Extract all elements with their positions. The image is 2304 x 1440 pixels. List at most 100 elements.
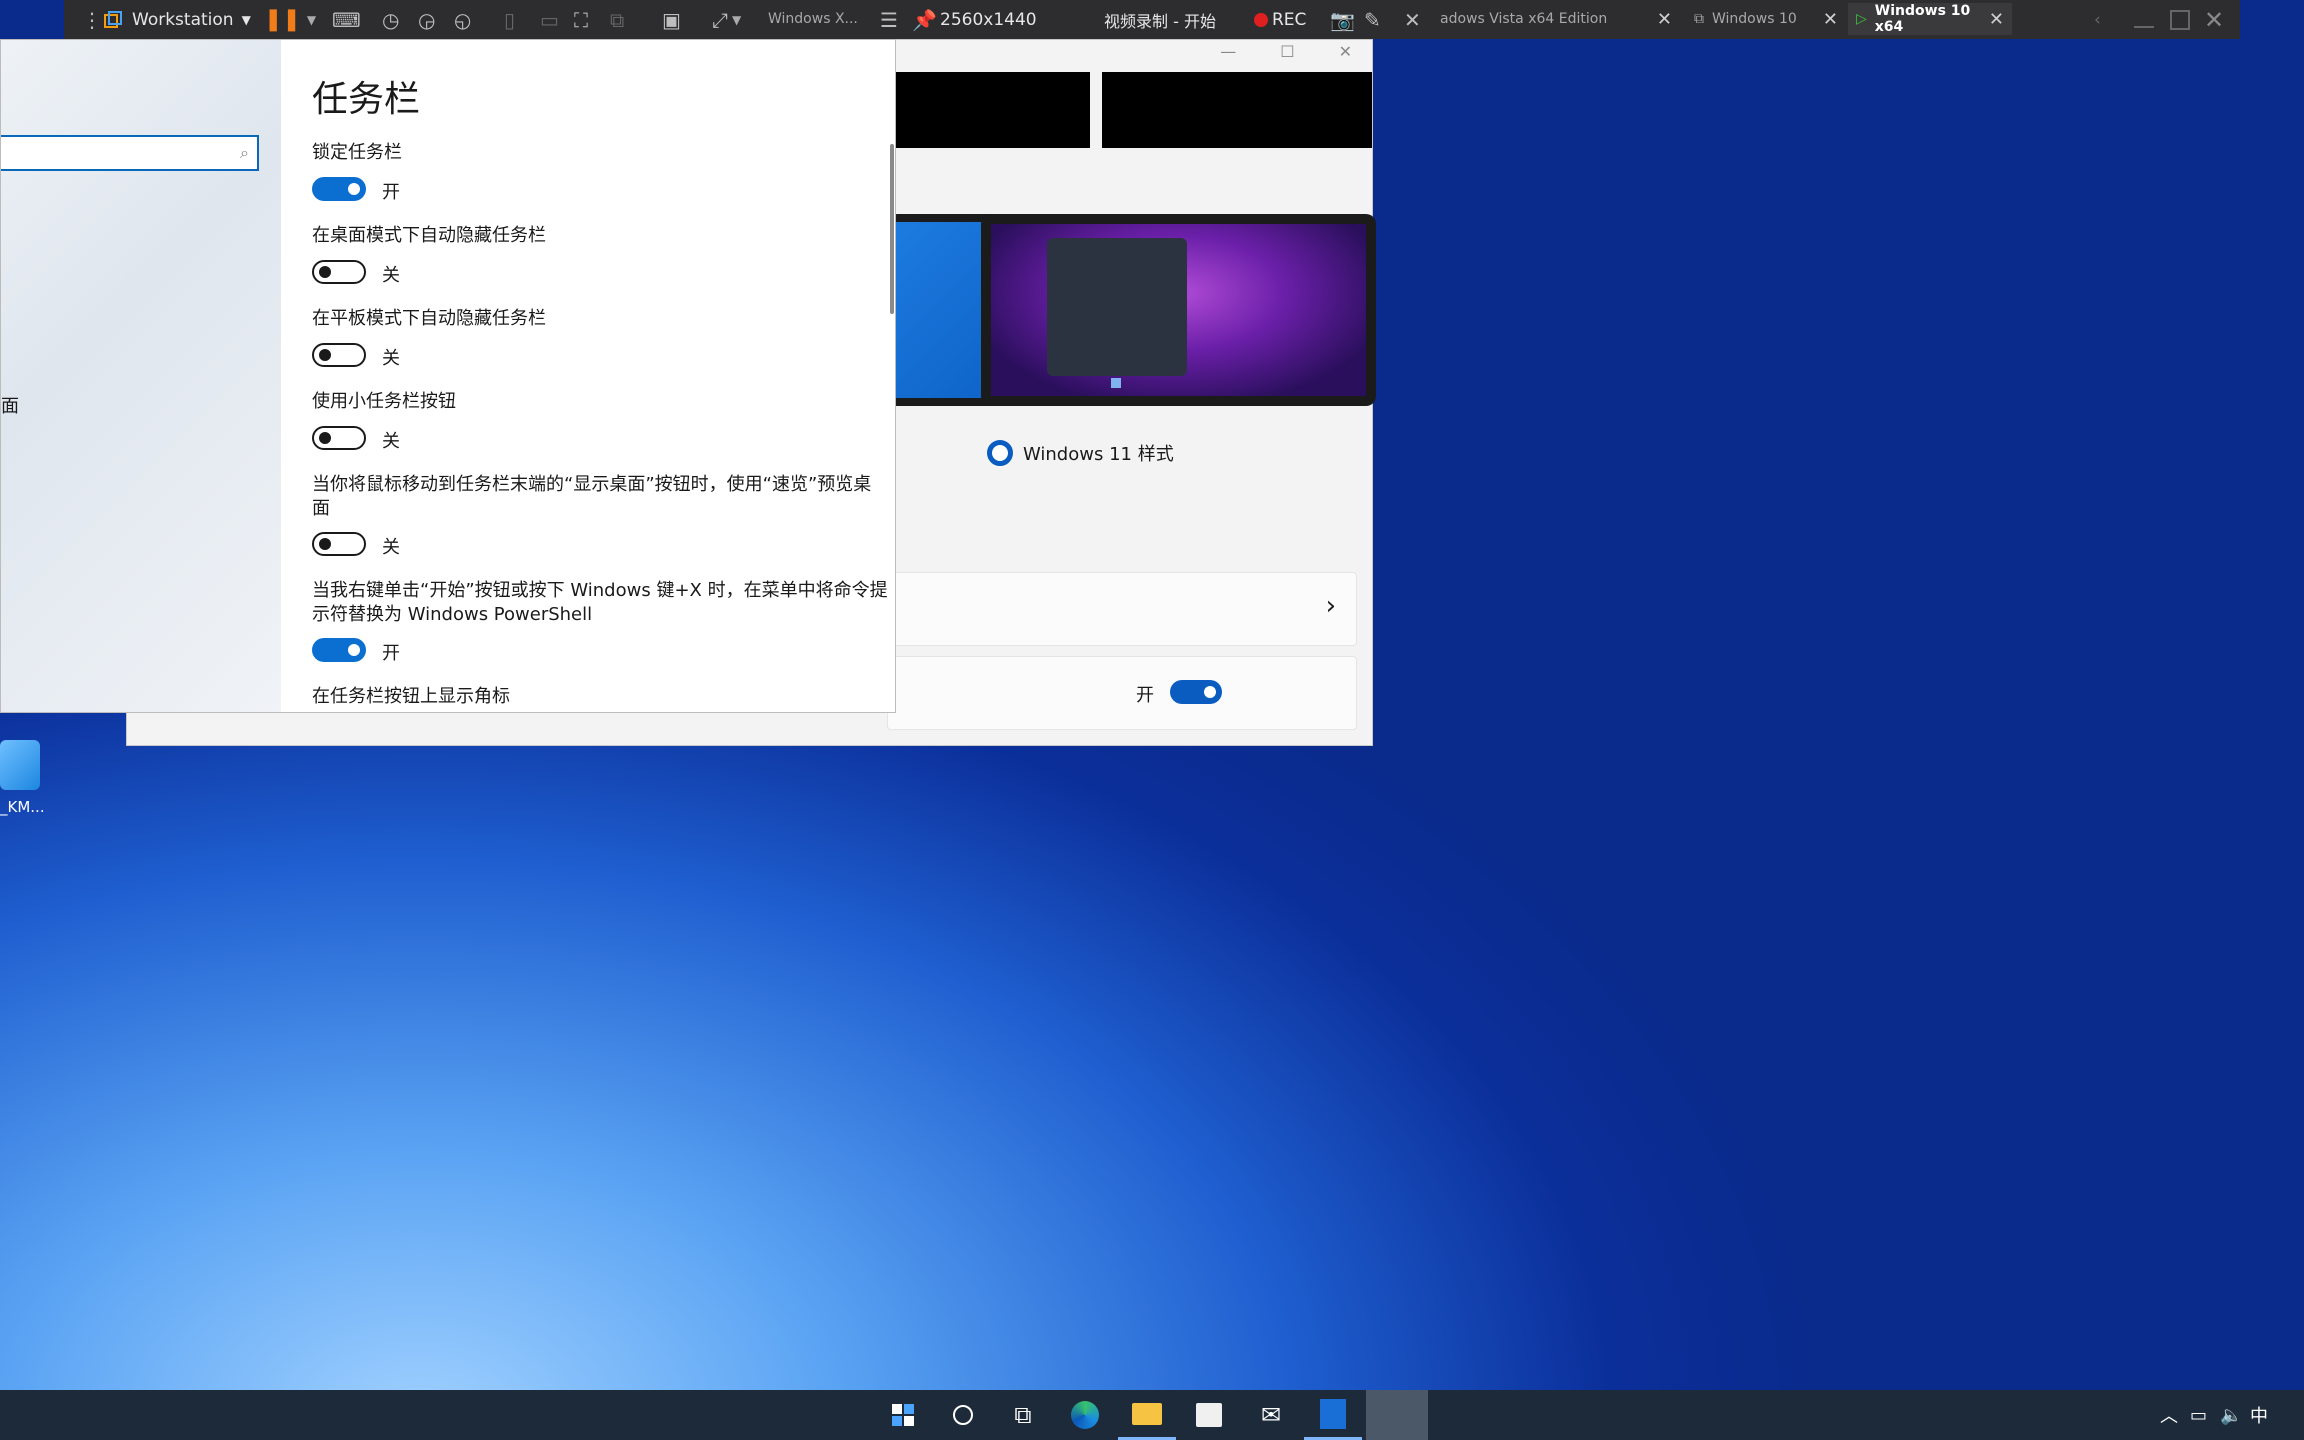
tab-windows-10-x64[interactable]: ▷ Windows 10 x64 ✕ xyxy=(1848,3,2012,35)
minimize-icon xyxy=(2134,25,2154,28)
snapshot-manager-button[interactable]: ◵ xyxy=(454,0,471,39)
pin-icon: 📌 xyxy=(912,7,937,32)
windows-11-style-option[interactable]: Windows 11 样式 xyxy=(987,440,1174,466)
settings-link-row[interactable]: › xyxy=(887,572,1357,646)
file-explorer-button[interactable] xyxy=(1118,1390,1176,1440)
menu-icon: ☰ xyxy=(880,7,898,32)
menu-button[interactable]: ☰ xyxy=(880,0,898,39)
toggle-knob xyxy=(348,183,360,195)
revert-snapshot-button[interactable]: ◶ xyxy=(418,0,435,39)
workstation-menu-button[interactable]: Workstation ▼ xyxy=(132,0,251,39)
pause-icon: ❚❚ xyxy=(264,7,301,32)
view-sidebar-button[interactable]: ▯ xyxy=(504,0,515,39)
app-taskbar-button[interactable] xyxy=(1304,1390,1362,1440)
scrollbar-thumb[interactable] xyxy=(890,144,894,314)
close-icon[interactable]: ✕ xyxy=(1339,42,1352,61)
thumbnail-icon: ▭ xyxy=(540,7,559,32)
desktop-shortcut[interactable]: _KM... xyxy=(0,740,60,830)
powershell-toggle[interactable] xyxy=(312,638,366,662)
start-button[interactable] xyxy=(874,1390,932,1440)
peek-toggle[interactable] xyxy=(312,532,366,556)
scroll-left-icon[interactable]: ‹ xyxy=(2094,0,2101,39)
nav-partial-label: 面 xyxy=(1,396,19,417)
keyboard-icon: ⌨ xyxy=(332,7,361,32)
lock-taskbar-toggle[interactable] xyxy=(312,177,366,201)
desktop-icon-label: _KM... xyxy=(0,798,45,816)
camera-icon: 📷 xyxy=(1330,7,1355,32)
snapshot-button[interactable]: ◷ xyxy=(382,0,399,39)
back-window-toggle[interactable] xyxy=(1170,680,1222,704)
restore-button[interactable] xyxy=(2170,0,2190,39)
volume-icon[interactable]: 🔈 xyxy=(2220,1390,2242,1440)
show-hidden-icons[interactable]: ︿ xyxy=(2160,1390,2178,1440)
close-window-button[interactable]: ✕ xyxy=(2204,0,2224,39)
close-icon: ✕ xyxy=(1404,7,1421,32)
settings-window: ⌕ 面 任务栏 锁定任务栏 开 在桌面模式下自动隐藏任务栏 关 在平板模式下自动… xyxy=(0,39,896,713)
edge-button[interactable] xyxy=(1056,1390,1114,1440)
mail-button[interactable]: ✉ xyxy=(1242,1390,1300,1440)
chevron-down-icon: ▼ xyxy=(306,12,317,27)
autohide-desktop-label: 在桌面模式下自动隐藏任务栏 xyxy=(312,225,546,246)
autohide-desktop-toggle[interactable] xyxy=(312,260,366,284)
close-icon: ✕ xyxy=(2204,5,2225,34)
restore-icon xyxy=(2170,9,2190,30)
start-button-preview xyxy=(1111,378,1121,388)
record-icon xyxy=(1254,12,1268,27)
minimize-icon[interactable]: — xyxy=(1220,42,1236,61)
maximize-icon[interactable]: ☐ xyxy=(1280,42,1294,61)
toggle-knob xyxy=(319,538,331,550)
pause-button[interactable]: ❚❚ ▼ xyxy=(264,0,316,39)
lock-taskbar-label: 锁定任务栏 xyxy=(312,142,402,163)
close-recording-button[interactable]: ✕ xyxy=(1404,0,1421,39)
network-icon[interactable]: ▭ xyxy=(2190,1390,2207,1440)
cortana-icon xyxy=(953,1405,973,1425)
autohide-desktop-state: 关 xyxy=(382,265,400,286)
ime-indicator[interactable]: 中 xyxy=(2250,1390,2268,1440)
close-icon[interactable]: ✕ xyxy=(1657,9,1672,30)
minimize-button[interactable] xyxy=(2134,0,2154,39)
vmware-logo-icon xyxy=(104,0,122,39)
fullscreen-icon: ⛶ xyxy=(574,7,588,32)
task-view-button[interactable]: ⧉ xyxy=(994,1390,1052,1440)
windows-logo-icon xyxy=(892,1404,914,1426)
pen-button[interactable]: ✎ xyxy=(1364,0,1381,39)
console-button[interactable]: ▣ xyxy=(662,0,681,39)
windows-11-style-card[interactable] xyxy=(981,214,1376,406)
recording-label: 视频录制 - 开始 xyxy=(1104,11,1216,31)
tab-windows-x[interactable]: Windows X... xyxy=(768,3,858,35)
small-buttons-state: 关 xyxy=(382,431,400,452)
settings-search-input[interactable]: ⌕ xyxy=(1,135,259,171)
pin-button[interactable]: 📌 xyxy=(912,0,937,39)
stretch-button[interactable]: ⤢ ▼ xyxy=(712,0,741,39)
rec-button[interactable]: REC xyxy=(1254,0,1306,39)
workstation-label: Workstation xyxy=(132,9,234,30)
close-icon[interactable]: ✕ xyxy=(1989,9,2004,30)
small-buttons-toggle[interactable] xyxy=(312,426,366,450)
unity-icon: ⧉ xyxy=(610,7,625,32)
toggle-knob xyxy=(1204,686,1216,698)
view-thumbnail-button[interactable]: ▭ xyxy=(540,0,559,39)
tab-windows-vista[interactable]: adows Vista x64 Edition ✕ xyxy=(1440,3,1680,35)
app-icon xyxy=(1320,1398,1346,1429)
fullscreen-button[interactable]: ⛶ xyxy=(574,0,588,39)
toggle-knob xyxy=(319,432,331,444)
store-button[interactable] xyxy=(1180,1390,1238,1440)
screenshot-button[interactable]: 📷 xyxy=(1330,0,1355,39)
autohide-tablet-toggle[interactable] xyxy=(312,343,366,367)
close-icon[interactable]: ✕ xyxy=(1823,9,1838,30)
search-button[interactable] xyxy=(934,1390,992,1440)
unity-button[interactable]: ⧉ xyxy=(610,0,624,39)
powershell-state: 开 xyxy=(382,643,400,664)
task-view-icon: ⧉ xyxy=(1014,1401,1032,1429)
store-icon xyxy=(1196,1403,1222,1427)
rec-label: REC xyxy=(1272,9,1307,30)
peek-label-line1: 当你将鼠标移动到任务栏末端的“显示桌面”按钮时，使用“速览”预览桌 xyxy=(312,474,872,495)
tab-windows-10[interactable]: ⧉ Windows 10 ✕ xyxy=(1686,3,1846,35)
windows-11-preview xyxy=(991,224,1366,396)
preview-image-1 xyxy=(887,72,1090,148)
autohide-tablet-state: 关 xyxy=(382,348,400,369)
snapshot-manager-icon: ◵ xyxy=(454,7,472,32)
send-keys-button[interactable]: ⌨ xyxy=(332,0,361,39)
active-window-button[interactable] xyxy=(1366,1390,1428,1440)
terminal-icon: ▣ xyxy=(662,7,681,32)
